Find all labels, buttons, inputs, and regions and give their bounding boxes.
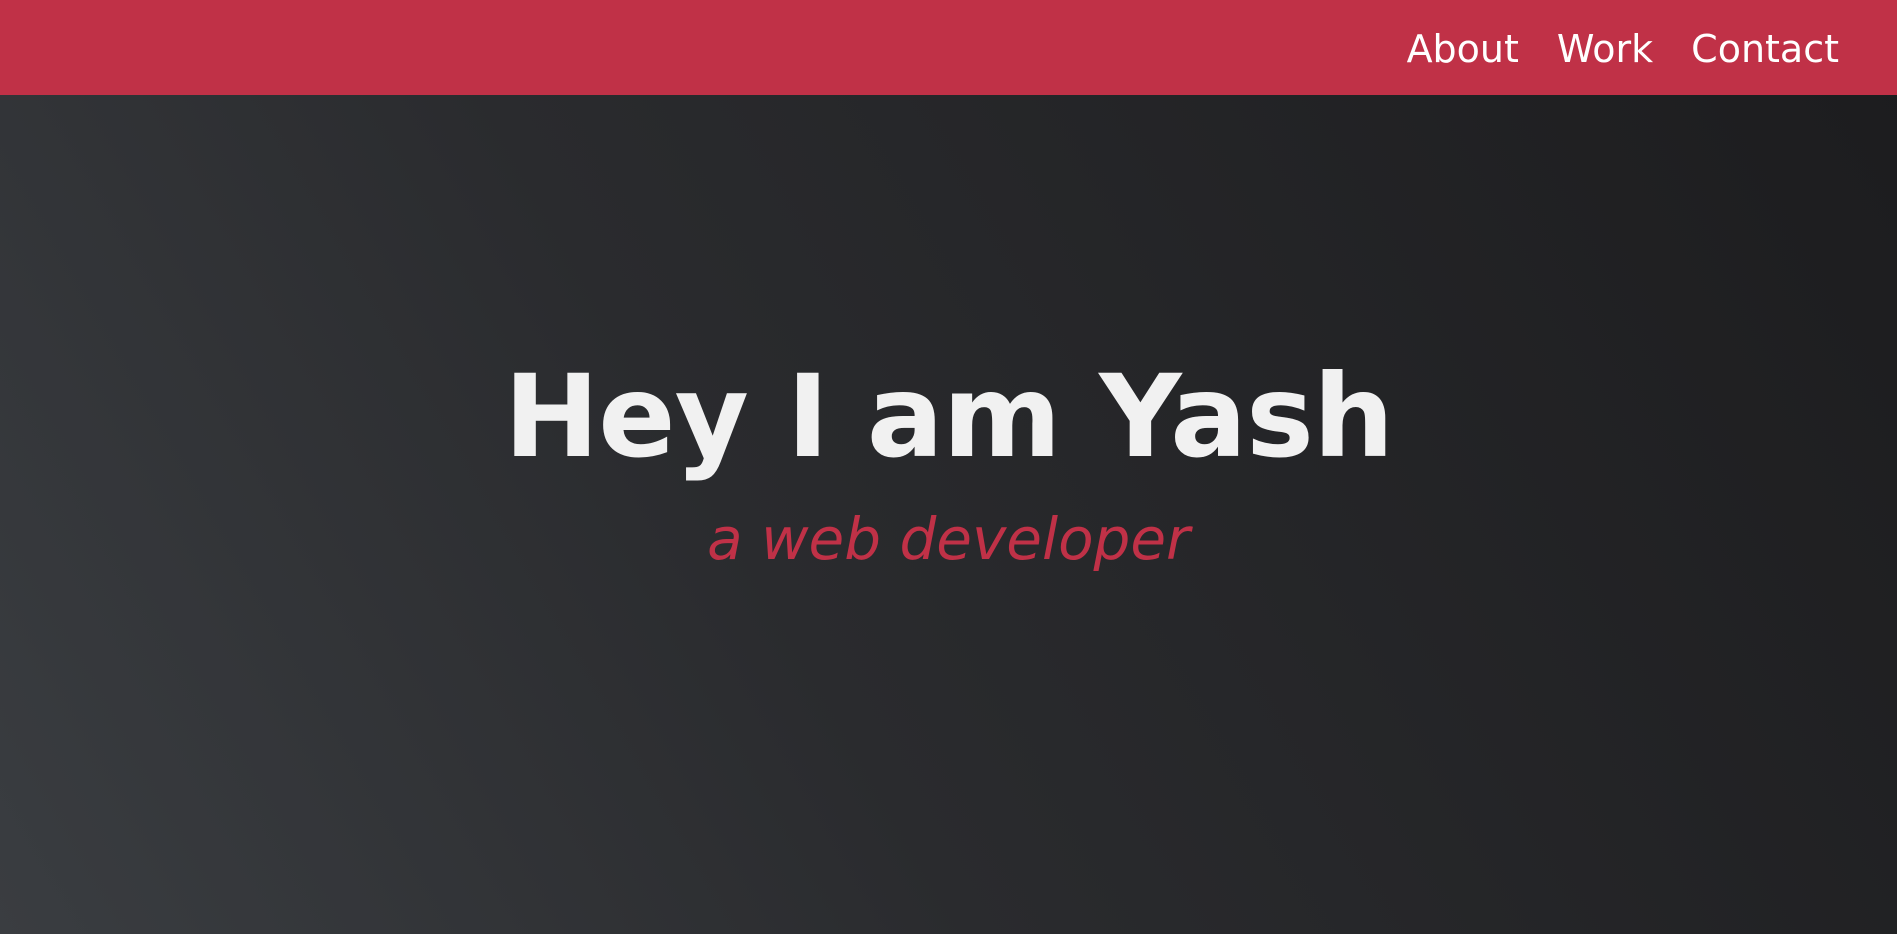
top-navbar: About Work Contact: [0, 0, 1897, 95]
nav-link-about[interactable]: About: [1407, 28, 1519, 68]
nav-link-contact[interactable]: Contact: [1691, 28, 1839, 68]
hero-section: Hey I am Yash a web developer: [0, 95, 1897, 934]
nav-link-work[interactable]: Work: [1557, 28, 1653, 68]
hero-subtitle: a web developer: [707, 505, 1190, 573]
hero-title: Hey I am Yash: [503, 350, 1394, 483]
nav-menu: About Work Contact: [1407, 0, 1839, 95]
